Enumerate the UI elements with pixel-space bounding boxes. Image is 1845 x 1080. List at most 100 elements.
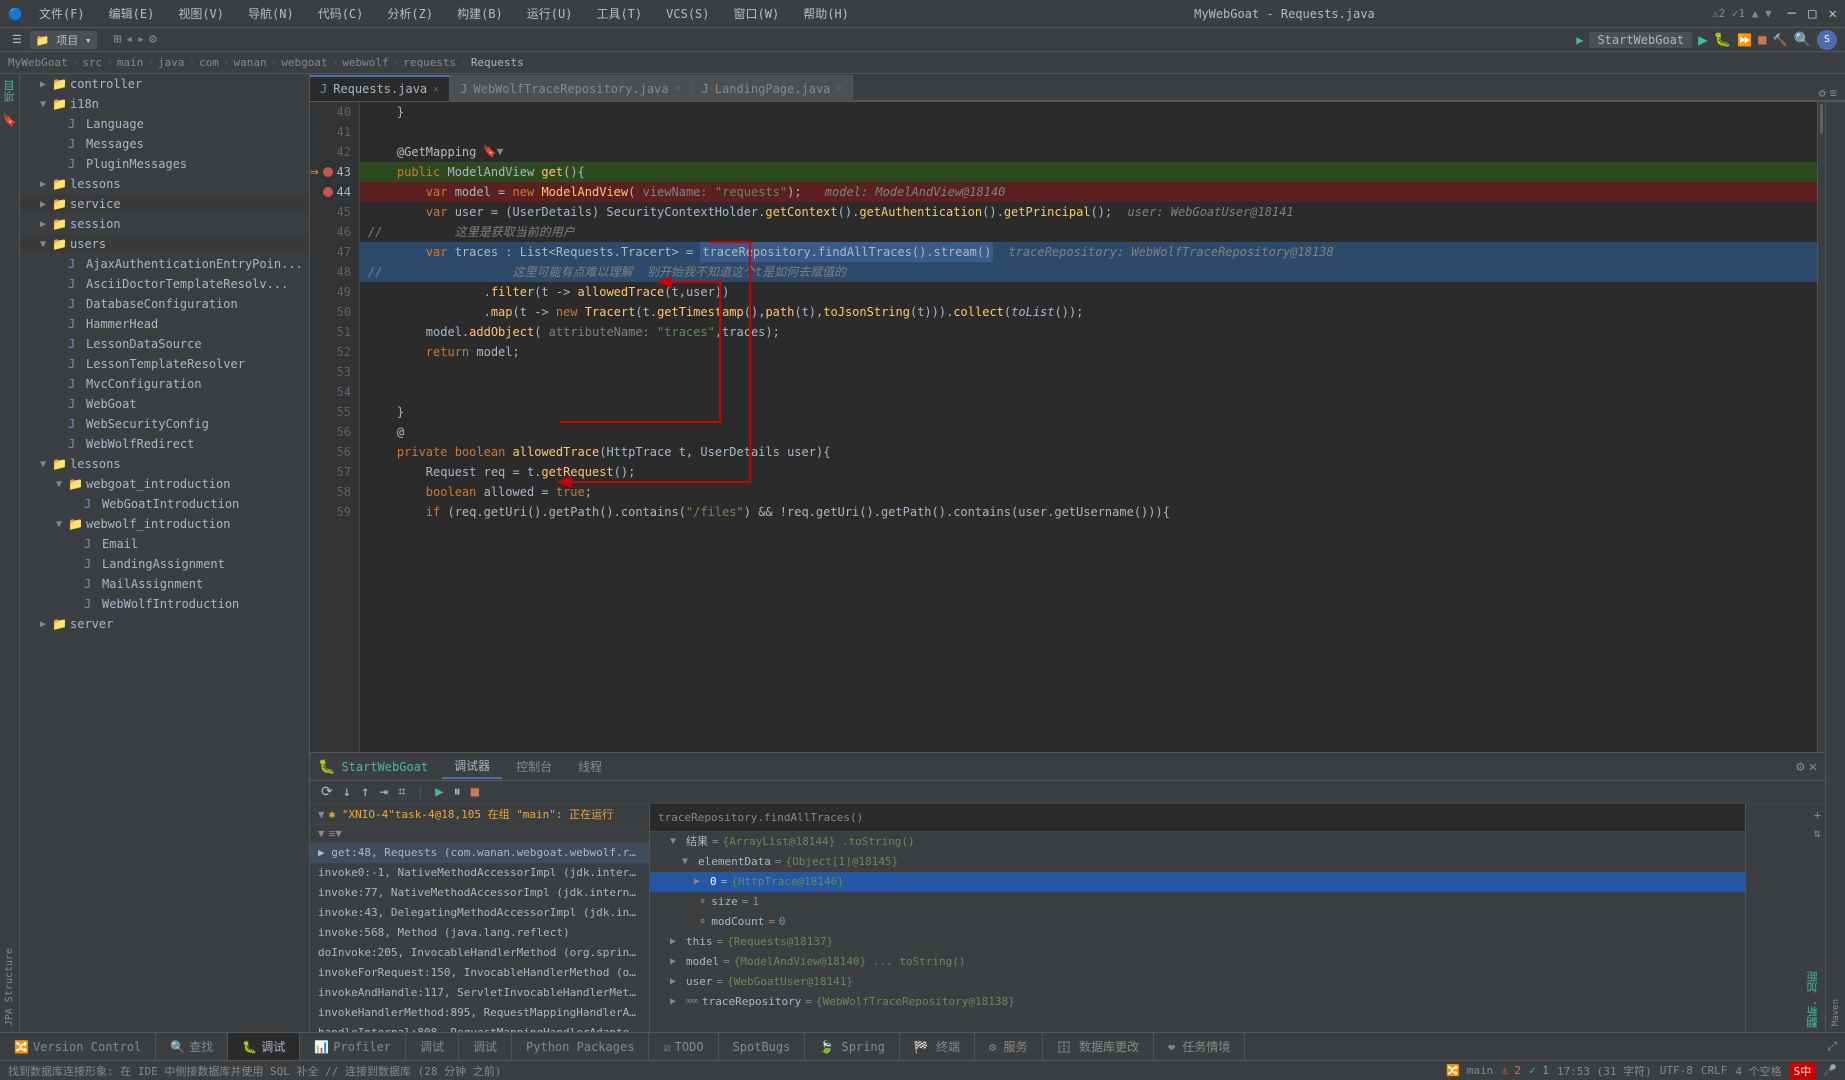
minimize-btn[interactable]: ─ (1788, 6, 1796, 22)
debug-frame-7[interactable]: invokeHandlerMethod:895, RequestMappingH… (310, 1003, 649, 1023)
app-menu-vcs[interactable]: VCS(S) (658, 5, 717, 23)
debug-frame-5[interactable]: invokeForRequest:150, InvocableHandlerMe… (310, 963, 649, 983)
breadcrumb-com[interactable]: com (199, 56, 219, 69)
debug-tab-threads[interactable]: 线程 (566, 755, 614, 779)
tree-item-hammer-head[interactable]: J HammerHead (20, 314, 309, 334)
tab-tasks[interactable]: ❤ 任务情境 (1154, 1033, 1245, 1060)
breadcrumb-wanan[interactable]: wanan (233, 56, 266, 69)
tree-item-webwolf-redirect[interactable]: J WebWolfRedirect (20, 434, 309, 454)
tree-item-controller[interactable]: ▶ 📁 controller (20, 74, 309, 94)
tree-item-ascii-doctor[interactable]: J AsciiDoctorTemplateResolv... (20, 274, 309, 294)
debug-action-settings[interactable]: 翻新. 加距 (1805, 971, 1821, 1028)
tree-item-webwolf-intro-class[interactable]: J WebWolfIntroduction (20, 594, 309, 614)
sidebar-structure-icon[interactable]: JPA Structure (2, 946, 17, 1028)
debug-frame-1[interactable]: invoke:77, NativeMethodAccessorImpl (jdk… (310, 883, 649, 903)
code-content[interactable]: } @GetMapping 🔖▼ public ModelAndView get… (360, 102, 1817, 752)
breadcrumb-src[interactable]: src (82, 56, 102, 69)
toolbar-search[interactable]: 🔍 (1794, 32, 1811, 48)
tab-landing-close[interactable]: ✕ (836, 83, 842, 94)
filter-options[interactable]: ≡▼ (329, 827, 342, 840)
editor-gear-icon[interactable]: ⚙ (1819, 86, 1826, 100)
right-sidebar-maven[interactable]: Maven (1829, 997, 1843, 1028)
breadcrumb-mywebgoat[interactable]: MyWebGoat (8, 56, 68, 69)
tree-item-users[interactable]: ▼ 📁 users (20, 234, 309, 254)
app-menu-nav[interactable]: 导航(N) (240, 3, 302, 24)
status-indent[interactable]: 4 个空格 (1735, 1063, 1781, 1079)
var-element-0[interactable]: ▶ 0 = {HttpTrace@18146} (650, 872, 1745, 892)
debug-pause[interactable]: ⏸ (451, 783, 464, 801)
tree-item-mail-assign[interactable]: J MailAssignment (20, 574, 309, 594)
breakpoint-44[interactable] (323, 187, 333, 197)
status-ok[interactable]: ✓ 1 (1529, 1064, 1549, 1077)
project-tree[interactable]: ▶ 📁 controller ▼ 📁 i18n J Language (20, 74, 309, 1032)
editor-more-icon[interactable]: ≡ (1830, 86, 1837, 100)
breadcrumb-main[interactable]: main (117, 56, 144, 69)
debug-action-plus[interactable]: + (1814, 808, 1821, 822)
tab-requests[interactable]: J Requests.java ✕ (310, 75, 450, 101)
status-crlf[interactable]: CRLF (1701, 1064, 1728, 1077)
debug-step-in[interactable]: ↓ (340, 783, 354, 801)
breadcrumb-webgoat[interactable]: webgoat (281, 56, 327, 69)
toolbar-arrow-right[interactable]: ▸ (137, 32, 145, 47)
tree-item-db-config[interactable]: J DatabaseConfiguration (20, 294, 309, 314)
maximize-btn[interactable]: □ (1808, 6, 1816, 22)
debug-frame-0[interactable]: invoke0:-1, NativeMethodAccessorImpl (jd… (310, 863, 649, 883)
app-menu-view[interactable]: 视图(V) (170, 3, 232, 24)
toolbar-menu-icon[interactable]: ☰ (8, 32, 26, 47)
app-menu-code[interactable]: 代码(C) (310, 3, 372, 24)
debug-frame-2[interactable]: invoke:43, DelegatingMethodAccessorImpl … (310, 903, 649, 923)
tree-item-plugin-messages[interactable]: J PluginMessages (20, 154, 309, 174)
tree-item-ajax-auth[interactable]: J AjaxAuthenticationEntryPoin... (20, 254, 309, 274)
breadcrumb-java[interactable]: java (158, 56, 185, 69)
tree-item-email[interactable]: J Email (20, 534, 309, 554)
tree-item-i18n[interactable]: ▼ 📁 i18n (20, 94, 309, 114)
var-model[interactable]: ▶ model = {ModelAndView@18140} ... toStr… (650, 952, 1745, 972)
tab-version-control[interactable]: 🔀 Version Control (0, 1033, 156, 1060)
var-user[interactable]: ▶ user = {WebGoatUser@18141} (650, 972, 1745, 992)
tab-terminal[interactable]: 🏁 终端 (900, 1033, 975, 1060)
debug-close-icon[interactable]: ✕ (1809, 759, 1817, 775)
tree-item-messages[interactable]: J Messages (20, 134, 309, 154)
app-menu-analyze[interactable]: 分析(Z) (379, 3, 441, 24)
debug-evaluate[interactable]: ⌗ (395, 783, 409, 801)
run-button[interactable]: ▶ (1698, 30, 1708, 49)
run-config-name[interactable]: StartWebGoat (1589, 32, 1692, 48)
stop-button[interactable]: ■ (1758, 32, 1766, 48)
var-trace-repo[interactable]: ▶ ∞∞ traceRepository = {WebWolfTraceRepo… (650, 992, 1745, 1012)
tab-services[interactable]: ⚙ 服务 (975, 1033, 1042, 1060)
sidebar-bookmarks-icon[interactable]: 🔖 (1, 112, 19, 129)
debug-action-sort[interactable]: ⇅ (1814, 826, 1821, 840)
debug-frame-4[interactable]: doInvoke:205, InvocableHandlerMethod (or… (310, 943, 649, 963)
tab-webwolf-close[interactable]: ✕ (675, 83, 681, 94)
debug-tab-console[interactable]: 控制台 (504, 755, 564, 779)
tab-profiler[interactable]: 📊 Profiler (300, 1033, 406, 1060)
tree-item-session[interactable]: ▶ 📁 session (20, 214, 309, 234)
tree-item-language[interactable]: J Language (20, 114, 309, 134)
tree-item-webgoat-intro-folder[interactable]: ▼ 📁 webgoat_introduction (20, 474, 309, 494)
app-menu-file[interactable]: 文件(F) (31, 3, 93, 24)
close-btn[interactable]: ✕ (1829, 6, 1837, 22)
tree-item-mvc-config[interactable]: J MvcConfiguration (20, 374, 309, 394)
tab-python-pkgs[interactable]: Python Packages (512, 1033, 649, 1060)
toolbar-project-label[interactable]: 📁 项目 ▾ (30, 31, 98, 49)
status-warnings[interactable]: ⚠ 2 (1501, 1064, 1521, 1077)
debug-run-cursor[interactable]: ⇥ (377, 783, 391, 801)
var-result[interactable]: ▼ 结果 = {ArrayList@18144} .toString() (650, 832, 1745, 852)
toolbar-recent-icon[interactable]: ⊞ (113, 32, 121, 47)
tree-item-landing-assign[interactable]: J LandingAssignment (20, 554, 309, 574)
debug-step-out[interactable]: ↑ (358, 783, 372, 801)
app-menu-tools[interactable]: 工具(T) (588, 3, 650, 24)
editor-scrollbar[interactable] (1817, 102, 1825, 752)
tree-item-webwolf-intro-folder[interactable]: ▼ 📁 webwolf_introduction (20, 514, 309, 534)
debug-frame-current[interactable]: ▶ get:48, Requests (com.wanan.webgoat.we… (310, 843, 649, 863)
breadcrumb-requests-class[interactable]: Requests (471, 56, 524, 69)
app-menu-edit[interactable]: 编辑(E) (101, 3, 163, 24)
filter-icon[interactable]: ▼ (318, 827, 325, 840)
tab-landing[interactable]: J LandingPage.java ✕ (692, 75, 854, 101)
tab-debug[interactable]: 🐛 调试 (228, 1033, 300, 1060)
var-size[interactable]: ⚬ size = 1 (650, 892, 1745, 912)
debug-tab-debugger[interactable]: 调试器 (442, 755, 502, 779)
app-menu-window[interactable]: 窗口(W) (726, 3, 788, 24)
tab-todo[interactable]: ☑ TODO (649, 1033, 718, 1060)
expand-icon[interactable]: ⤢ (1827, 1039, 1837, 1054)
